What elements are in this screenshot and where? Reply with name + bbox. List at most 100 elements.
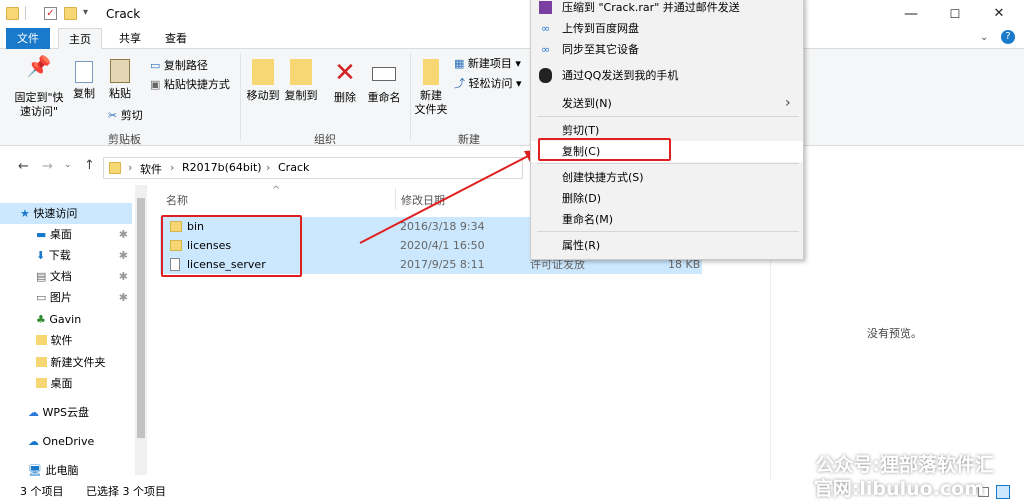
sidebar-item-pictures[interactable]: ▭ 图片 ✱ [0,287,132,308]
divider [240,53,241,141]
menu-item-label: 压缩到 "Crack.rar" 并通过邮件发送 [562,1,740,14]
user-tree-icon: ♣ [36,313,46,326]
recent-locations-icon[interactable]: ⌄ [64,160,72,170]
menu-item-upload-baidu[interactable]: ∞ 上传到百度网盘 [531,18,803,39]
tab-share[interactable]: 共享 [108,28,152,49]
pin-quick-access-button[interactable]: 📌 固定到"快速访问" [10,54,68,119]
up-arrow-icon[interactable]: ↑ [84,158,95,173]
clipboard-icon [110,59,130,83]
title-bar: ✓ ▾ Crack — ☐ ✕ [0,0,1024,28]
help-icon[interactable]: ? [1001,30,1015,44]
chevron-right-icon: › [266,161,271,174]
tab-file[interactable]: 文件 [6,28,50,49]
breadcrumb-item[interactable]: Crack [278,161,309,174]
paste-button[interactable]: 粘贴 [106,59,134,101]
copy-path-button[interactable]: ▭ 复制路径 [150,57,208,75]
menu-item-delete[interactable]: 删除(D) [531,188,803,209]
menu-item-create-shortcut[interactable]: 创建快捷方式(S) [531,167,803,188]
new-folder-label: 新建 文件夹 [414,89,448,116]
sidebar-item-downloads[interactable]: ⬇ 下载 ✱ [0,245,132,266]
file-date: 2017/9/25 8:11 [400,258,485,271]
pin-icon[interactable]: ✱ [119,245,128,266]
maximize-button[interactable]: ☐ [932,0,978,28]
winrar-icon [539,1,552,14]
sidebar-item-software[interactable]: 软件 [0,330,132,351]
breadcrumb-item[interactable]: R2017b(64bit) [182,161,262,174]
menu-item-sync-devices[interactable]: ∞ 同步至其它设备 [531,39,803,60]
pin-icon[interactable]: ✱ [119,224,128,245]
ribbon-tabs: 文件 主页 共享 查看 ⌄ ? [0,28,1024,49]
menu-item-label: 属性(R) [562,239,601,252]
sidebar-item-wps-cloud[interactable]: ☁ WPS云盘 [0,402,132,423]
item-count: 3 个项目 [20,485,64,498]
chevron-right-icon: › [785,95,791,111]
baidu-cloud-icon: ∞ [541,22,551,35]
sidebar-item-desktop-folder[interactable]: 桌面 [0,373,132,394]
delete-label: 删除 [334,91,356,104]
scrollbar-thumb[interactable] [137,198,145,438]
new-folder-quick-icon[interactable] [64,7,77,20]
paste-shortcut-label: 粘贴快捷方式 [163,78,230,91]
menu-item-label: 通过QQ发送到我的手机 [562,69,679,82]
paste-label: 粘贴 [109,87,131,100]
pin-icon: 📌 [26,54,52,78]
sidebar-item-label: Gavin [49,313,82,326]
delete-x-icon: ✕ [334,58,356,88]
desktop-icon: ▬ [36,228,47,241]
sidebar-item-label: 新建文件夹 [50,356,106,369]
sidebar-item-this-pc[interactable]: 🖥 此电脑 [0,460,132,481]
folder-icon [109,162,121,174]
menu-item-label: 删除(D) [562,192,602,205]
folder-icon [36,378,47,388]
tab-view[interactable]: 查看 [154,28,198,49]
sidebar-item-onedrive[interactable]: ☁ OneDrive [0,431,132,452]
menu-item-properties[interactable]: 属性(R) [531,235,803,256]
rename-label: 重命名 [367,91,401,104]
nav-scrollbar[interactable] [135,185,147,475]
tab-home[interactable]: 主页 [58,28,102,49]
annotation-box [538,138,671,161]
rename-icon [372,67,396,81]
paste-shortcut-button[interactable]: ▣ 粘贴快捷方式 [150,76,230,94]
menu-item-qq-send[interactable]: 通过QQ发送到我的手机 [531,65,803,86]
delete-button[interactable]: ✕ 删除 [330,59,360,105]
sidebar-item-quick-access[interactable]: ★ 快速访问 [0,203,132,224]
cut-label: 剪切 [120,109,143,122]
pin-icon[interactable]: ✱ [119,266,128,287]
sidebar-item-documents[interactable]: ▤ 文档 ✱ [0,266,132,287]
menu-item-send-to[interactable]: 发送到(N) › [531,93,803,114]
breadcrumb-item[interactable]: 软件 [140,161,162,177]
annotation-box [161,215,302,277]
sidebar-item-desktop[interactable]: ▬ 桌面 ✱ [0,224,132,245]
customize-toolbar-icon[interactable]: ▾ [83,7,88,18]
menu-item-label: 剪切(T) [562,124,600,137]
large-icons-view-icon[interactable] [996,485,1010,499]
rename-button[interactable]: 重命名 [366,59,402,105]
close-button[interactable]: ✕ [976,0,1022,28]
copy-button[interactable]: 复制 [70,59,98,101]
new-item-button[interactable]: ▦ 新建项目 ▾ [454,55,521,73]
annotation-arrow [359,150,540,244]
properties-check-icon[interactable]: ✓ [44,7,57,20]
forward-arrow-icon[interactable]: → [42,159,53,174]
sidebar-item-label: 图片 [49,291,72,304]
back-arrow-icon[interactable]: ← [18,159,29,174]
easy-access-button[interactable]: ⤴ 轻松访问 ▾ [454,75,522,93]
new-folder-button[interactable]: 新建 文件夹 [414,59,448,117]
chevron-down-icon[interactable]: ⌄ [980,32,988,43]
cut-button[interactable]: ✂ 剪切 [108,107,143,125]
move-to-button[interactable]: 移动到 [246,59,280,103]
menu-item-rename[interactable]: 重命名(M) [531,209,803,230]
pin-icon[interactable]: ✱ [119,287,128,308]
new-folder-icon [423,59,439,85]
menu-item-compress-email[interactable]: 压缩到 "Crack.rar" 并通过邮件发送 [531,0,803,18]
sidebar-item-gavin[interactable]: ♣ Gavin [0,309,132,330]
sidebar-item-label: 此电脑 [45,464,79,477]
copy-icon [75,61,93,83]
sort-ascending-icon: ^ [272,185,281,196]
sidebar-item-new-folder[interactable]: 新建文件夹 [0,352,132,373]
copy-to-button[interactable]: 复制到 [284,59,318,103]
minimize-button[interactable]: — [888,0,934,28]
column-header-name[interactable]: 名称 [166,192,188,208]
folder-icon [36,357,47,367]
